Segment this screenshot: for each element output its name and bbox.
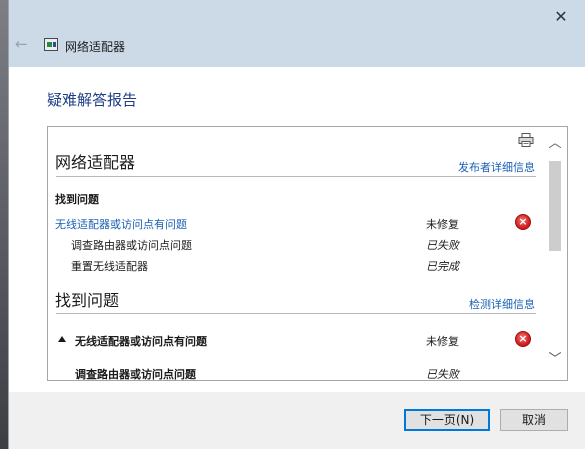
report-content: 网络适配器 发布者详细信息 找到问题 无线适配器或访问点有问题 未修复 × 调查… (48, 127, 542, 381)
scroll-up-button[interactable]: ︿ (542, 133, 567, 155)
step-reset-adapter: 重置无线适配器 (71, 260, 148, 273)
collapse-triangle-icon[interactable] (58, 336, 66, 342)
section-title-network-adapter: 网络适配器 (55, 153, 136, 172)
window-title: 网络适配器 (65, 40, 126, 54)
issue-wireless-adapter-link[interactable]: 无线适配器或访问点有问题 (55, 216, 187, 232)
step-investigate-router: 调查路由器或访问点问题 (71, 239, 192, 252)
print-icon[interactable] (518, 133, 534, 147)
report-panel: 网络适配器 发布者详细信息 找到问题 无线适配器或访问点有问题 未修复 × 调查… (47, 126, 568, 381)
scroll-thumb[interactable] (549, 161, 561, 251)
network-adapter-icon (44, 38, 58, 51)
error-icon: × (515, 331, 531, 347)
cancel-button[interactable]: 取消 (500, 409, 568, 431)
page-title: 疑难解答报告 (47, 91, 138, 109)
step-status-failed: 已失败 (426, 368, 459, 381)
close-icon: ✕ (554, 7, 568, 26)
chevron-up-icon: ︿ (548, 136, 562, 151)
dialog-footer: 下一页(N) 取消 (9, 392, 585, 449)
next-button[interactable]: 下一页(N) (404, 409, 490, 431)
vertical-scrollbar[interactable]: ︿ ﹀ (542, 127, 567, 380)
troubleshooter-dialog: ✕ ← 网络适配器 疑难解答报告 网络适配器 发布者详细信息 找到问题 无线适配… (8, 0, 585, 449)
issue-status: 未修复 (426, 218, 459, 231)
section-title-problems-found: 找到问题 (55, 291, 120, 310)
close-button[interactable]: ✕ (550, 6, 572, 28)
problems-found-heading: 找到问题 (55, 193, 99, 206)
back-button[interactable]: ← (15, 36, 31, 52)
step-status-completed: 已完成 (426, 260, 459, 273)
step-status-failed: 已失败 (426, 239, 459, 252)
back-arrow-icon: ← (15, 35, 28, 53)
error-icon: × (515, 214, 531, 230)
scroll-down-button[interactable]: ﹀ (542, 349, 567, 371)
section-divider (56, 176, 536, 177)
issue-wireless-adapter-expanded[interactable]: 无线适配器或访问点有问题 (75, 333, 207, 349)
chevron-down-icon: ﹀ (548, 352, 562, 367)
publisher-details-link[interactable]: 发布者详细信息 (458, 159, 535, 175)
title-bar: ✕ ← 网络适配器 (9, 0, 585, 67)
detection-details-link[interactable]: 检测详细信息 (469, 296, 535, 312)
section-divider (56, 313, 536, 314)
step-investigate-router-bold: 调查路由器或访问点问题 (75, 368, 196, 381)
issue-status: 未修复 (426, 335, 459, 348)
